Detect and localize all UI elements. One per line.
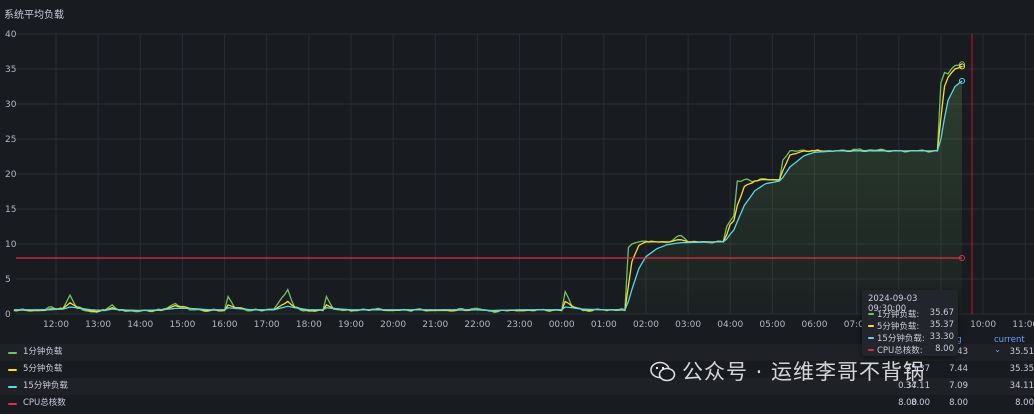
legend-avg: 8.00 — [949, 398, 968, 408]
tooltip-value: 33.30 — [929, 332, 954, 342]
wechat-icon — [650, 361, 676, 382]
y-tick-label: 30 — [5, 100, 17, 110]
x-tick-label: 01:00 — [591, 320, 617, 330]
y-tick-label: 15 — [5, 205, 16, 215]
legend-swatch — [8, 369, 17, 371]
x-tick-label: 10:00 — [970, 320, 996, 330]
x-tick-label: 00:00 — [549, 320, 575, 330]
legend-row[interactable]: CPU总核数 8.00 8.00 8.00 8.00 — [0, 395, 1034, 412]
watermark-text: 公众号 · 运维李哥不背锅 — [682, 360, 926, 384]
y-tick-label: 25 — [5, 135, 16, 145]
tooltip-swatch — [868, 337, 874, 339]
legend-series-name: 15分钟负载 — [23, 381, 68, 391]
x-tick-label: 11:00 — [1012, 320, 1034, 330]
x-tick-label: 22:00 — [464, 320, 490, 330]
y-tick-label: 35 — [5, 65, 16, 75]
legend-avg: 7.09 — [949, 381, 968, 391]
y-tick-label: 5 — [5, 275, 11, 285]
x-tick-label: 20:00 — [380, 320, 406, 330]
legend-series-name: CPU总核数 — [23, 398, 66, 408]
tooltip-series-name: CPU总核数: — [877, 346, 923, 356]
legend-header-current[interactable]: current ⌄ — [994, 335, 1034, 355]
tooltip-swatch — [868, 349, 874, 351]
y-tick-label: 20 — [5, 170, 17, 180]
legend-swatch — [8, 403, 17, 405]
x-tick-label: 13:00 — [85, 320, 111, 330]
x-tick-label: 19:00 — [338, 320, 364, 330]
y-tick-label: 10 — [5, 240, 17, 250]
x-tick-label: 05:00 — [759, 320, 785, 330]
tooltip-value: 8.00 — [935, 344, 954, 354]
watermark: 公众号 · 运维李哥不背锅 — [650, 356, 925, 386]
load-chart[interactable]: 0 5 10 15 20 25 30 35 40 12:00 13:00 14:00 15:00 16:0… — [0, 0, 1034, 340]
legend-swatch — [8, 352, 17, 354]
legend-header-current-label: current — [994, 335, 1025, 345]
x-tick-label: 18:00 — [296, 320, 322, 330]
x-tick-label: 06:00 — [802, 320, 828, 330]
x-tick-label: 12:00 — [43, 320, 69, 330]
chevron-down-icon: ⌄ — [994, 345, 1002, 355]
x-tick-label: 14:00 — [127, 320, 153, 330]
tooltip-series-name: 1分钟负载: — [877, 310, 920, 320]
legend-current: 8.00 — [1015, 398, 1034, 408]
y-tick-label: 0 — [5, 310, 11, 320]
tooltip-swatch — [868, 325, 874, 327]
x-tick-label: 23:00 — [507, 320, 533, 330]
x-tick-label: 17:00 — [254, 320, 280, 330]
legend-series-name: 5分钟负载 — [23, 364, 63, 374]
x-tick-label: 16:00 — [212, 320, 238, 330]
legend-current: 35.35 — [1009, 364, 1034, 374]
x-tick-label: 21:00 — [422, 320, 448, 330]
x-tick-label: 15:00 — [169, 320, 195, 330]
tooltip-value: 35.67 — [929, 308, 954, 318]
x-tick-label: 02:00 — [633, 320, 659, 330]
legend-current: 34.11 — [1009, 381, 1034, 391]
legend-swatch — [8, 386, 17, 388]
tooltip-value: 35.37 — [929, 320, 954, 330]
tooltip-swatch — [868, 313, 874, 315]
hover-point — [959, 77, 966, 84]
tooltip-series-name: 15分钟负载: — [877, 334, 925, 344]
x-tick-label: 04:00 — [717, 320, 743, 330]
tooltip-series-name: 5分钟负载: — [877, 322, 920, 332]
legend-series-name: 1分钟负载 — [23, 347, 63, 357]
y-tick-label: 40 — [5, 30, 17, 40]
legend-avg: 7.44 — [949, 364, 968, 374]
x-tick-label: 03:00 — [675, 320, 701, 330]
hover-tooltip: 2024-09-03 09:30:00 1分钟负载: 35.67 5分钟负载: 35.… — [862, 290, 958, 356]
